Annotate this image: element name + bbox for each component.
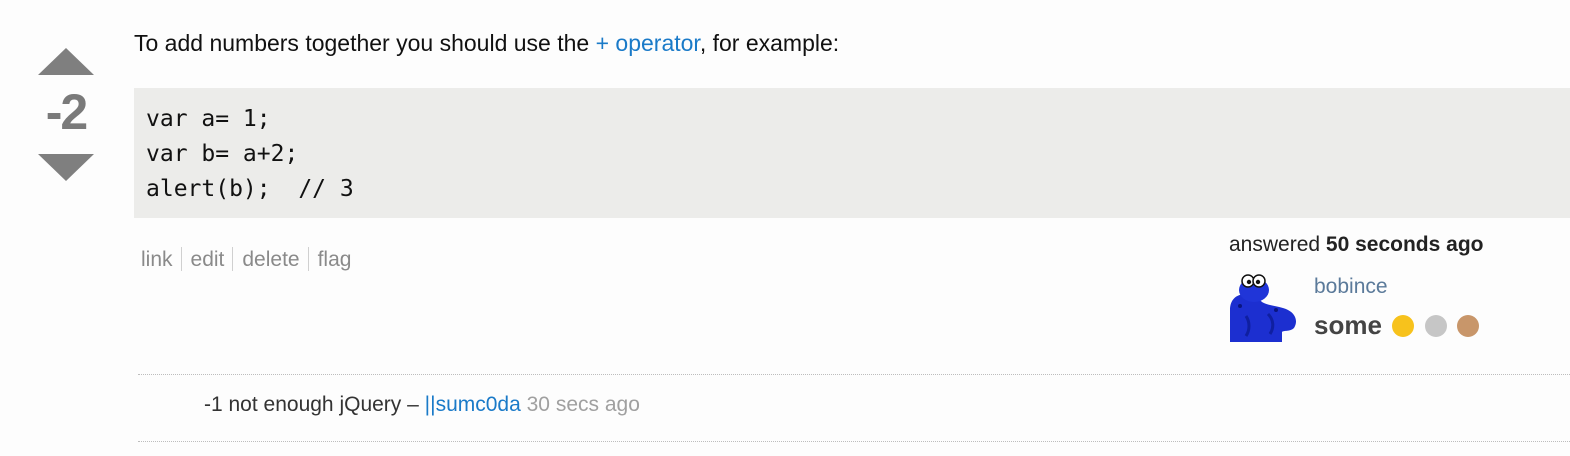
user-name-link[interactable]: bobince <box>1314 275 1388 299</box>
code-line: var b= a+2; <box>146 141 299 167</box>
menu-separator <box>232 247 234 271</box>
delete-menu-item[interactable]: delete <box>242 248 299 271</box>
comment: -1 not enough jQuery – ||sumc0da 30 secs… <box>204 393 640 417</box>
link-menu-item[interactable]: link <box>141 248 173 271</box>
post-text: To add numbers together you should use t… <box>134 27 839 59</box>
code-line: alert(b); // 3 <box>146 176 354 202</box>
comment-divider <box>138 374 1570 375</box>
flag-menu-item[interactable]: flag <box>318 248 352 271</box>
post-menu: link edit delete flag <box>141 247 351 272</box>
post-text-before: To add numbers together you should use t… <box>134 30 596 56</box>
bronze-badge-icon <box>1457 314 1480 337</box>
comment-text: -1 not enough jQuery – <box>204 393 425 416</box>
menu-separator <box>307 247 309 271</box>
action-prefix: answered <box>1229 233 1321 256</box>
user-reputation: some <box>1314 310 1480 341</box>
user-info-card: answered 50 seconds ago bobince some <box>1228 232 1570 348</box>
blue-monster-avatar-icon[interactable] <box>1228 270 1300 342</box>
operator-link[interactable]: + operator <box>596 30 700 56</box>
code-block: var a= 1; var b= a+2; alert(b); // 3 <box>134 88 1570 218</box>
menu-separator <box>180 247 182 271</box>
comment-date: 30 secs ago <box>526 393 640 416</box>
edit-menu-item[interactable]: edit <box>191 248 225 271</box>
user-action-time: answered 50 seconds ago <box>1229 233 1483 257</box>
vote-count: -2 <box>45 84 88 140</box>
vote-down-arrow-icon[interactable] <box>38 154 94 181</box>
reputation-score: some <box>1314 310 1382 340</box>
answer-post: -2 To add numbers together you should us… <box>0 0 1570 456</box>
gold-badge-icon <box>1392 314 1415 337</box>
comment-user-link[interactable]: ||sumc0da <box>425 393 521 416</box>
code-line: var a= 1; <box>146 106 271 132</box>
post-text-after: , for example: <box>699 30 840 56</box>
comment-divider <box>138 441 1570 442</box>
action-time: 50 seconds ago <box>1325 233 1484 256</box>
silver-badge-icon <box>1424 314 1447 337</box>
vote-up-arrow-icon[interactable] <box>38 48 94 75</box>
